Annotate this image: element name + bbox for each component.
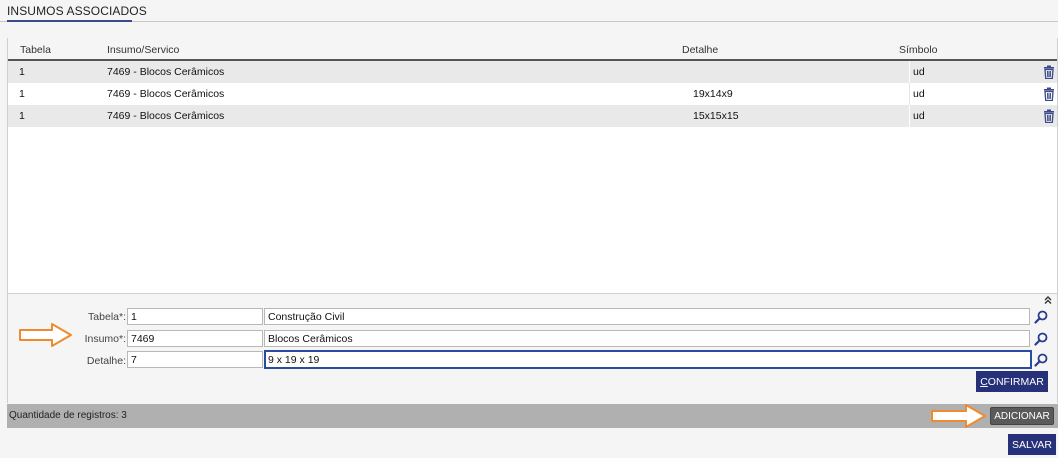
cell-insumo: 7469 - Blocos Cerâmicos xyxy=(107,88,225,100)
insumos-grid: Tabela Insumo/Servico Detalhe Símbolo 1 … xyxy=(7,38,1058,293)
trash-icon[interactable] xyxy=(1043,109,1055,123)
column-header-tabela[interactable]: Tabela xyxy=(20,44,51,56)
table-row[interactable]: 1 7469 - Blocos Cerâmicos 19x14x9 ud xyxy=(8,83,1057,105)
section-title: INSUMOS ASSOCIADOS xyxy=(7,4,147,18)
table-row[interactable]: 1 7469 - Blocos Cerâmicos 15x15x15 ud xyxy=(8,105,1057,127)
cell-simbolo: ud xyxy=(913,110,925,122)
tabela-code-input[interactable] xyxy=(127,308,263,325)
column-separator xyxy=(909,83,910,105)
active-tab-underline xyxy=(7,20,132,22)
cell-tabela: 1 xyxy=(19,110,25,122)
table-row[interactable]: 1 7469 - Blocos Cerâmicos ud xyxy=(8,61,1057,83)
search-icon[interactable] xyxy=(1034,332,1048,346)
column-header-simbolo[interactable]: Símbolo xyxy=(899,44,938,56)
cell-detalhe: 15x15x15 xyxy=(693,110,739,122)
cell-tabela: 1 xyxy=(19,66,25,78)
trash-icon[interactable] xyxy=(1043,65,1055,79)
status-bar: Quantidade de registros: 3 ADICIONAR xyxy=(7,404,1058,428)
column-separator xyxy=(909,105,910,127)
detalhe-description-input[interactable] xyxy=(264,350,1032,369)
page: INSUMOS ASSOCIADOS Tabela Insumo/Servico… xyxy=(0,0,1058,458)
search-icon[interactable] xyxy=(1034,310,1048,324)
add-button[interactable]: ADICIONAR xyxy=(990,407,1054,425)
confirm-access-key: C xyxy=(980,375,988,388)
save-button[interactable]: SALVAR xyxy=(1008,434,1056,455)
insumo-description-input[interactable] xyxy=(264,330,1030,347)
insumo-form: Tabela*: Insumo*: Detalhe: CONFIRMAR xyxy=(7,293,1058,403)
cell-simbolo: ud xyxy=(913,88,925,100)
cell-insumo: 7469 - Blocos Cerâmicos xyxy=(107,66,225,78)
confirm-button[interactable]: CONFIRMAR xyxy=(976,371,1048,392)
column-header-insumo[interactable]: Insumo/Servico xyxy=(107,44,179,56)
detalhe-label: Detalhe: xyxy=(86,355,126,367)
cell-detalhe: 19x14x9 xyxy=(693,88,733,100)
insumo-code-input[interactable] xyxy=(127,330,263,347)
confirm-label: ONFIRMAR xyxy=(987,375,1044,388)
grid-header: Tabela Insumo/Servico Detalhe Símbolo xyxy=(8,38,1057,61)
section-header: INSUMOS ASSOCIADOS xyxy=(0,0,1058,22)
tabela-description-input[interactable] xyxy=(264,308,1030,325)
search-icon[interactable] xyxy=(1034,353,1048,367)
detalhe-code-input[interactable] xyxy=(127,351,263,368)
cell-tabela: 1 xyxy=(19,88,25,100)
trash-icon[interactable] xyxy=(1043,87,1055,101)
column-header-detalhe[interactable]: Detalhe xyxy=(682,44,718,56)
orange-arrow-icon xyxy=(19,323,72,347)
double-chevron-up-icon[interactable] xyxy=(1043,295,1053,305)
orange-arrow-icon xyxy=(931,404,986,428)
cell-insumo: 7469 - Blocos Cerâmicos xyxy=(107,110,225,122)
cell-simbolo: ud xyxy=(913,66,925,78)
record-count: Quantidade de registros: 3 xyxy=(9,410,127,421)
column-separator xyxy=(909,61,910,83)
